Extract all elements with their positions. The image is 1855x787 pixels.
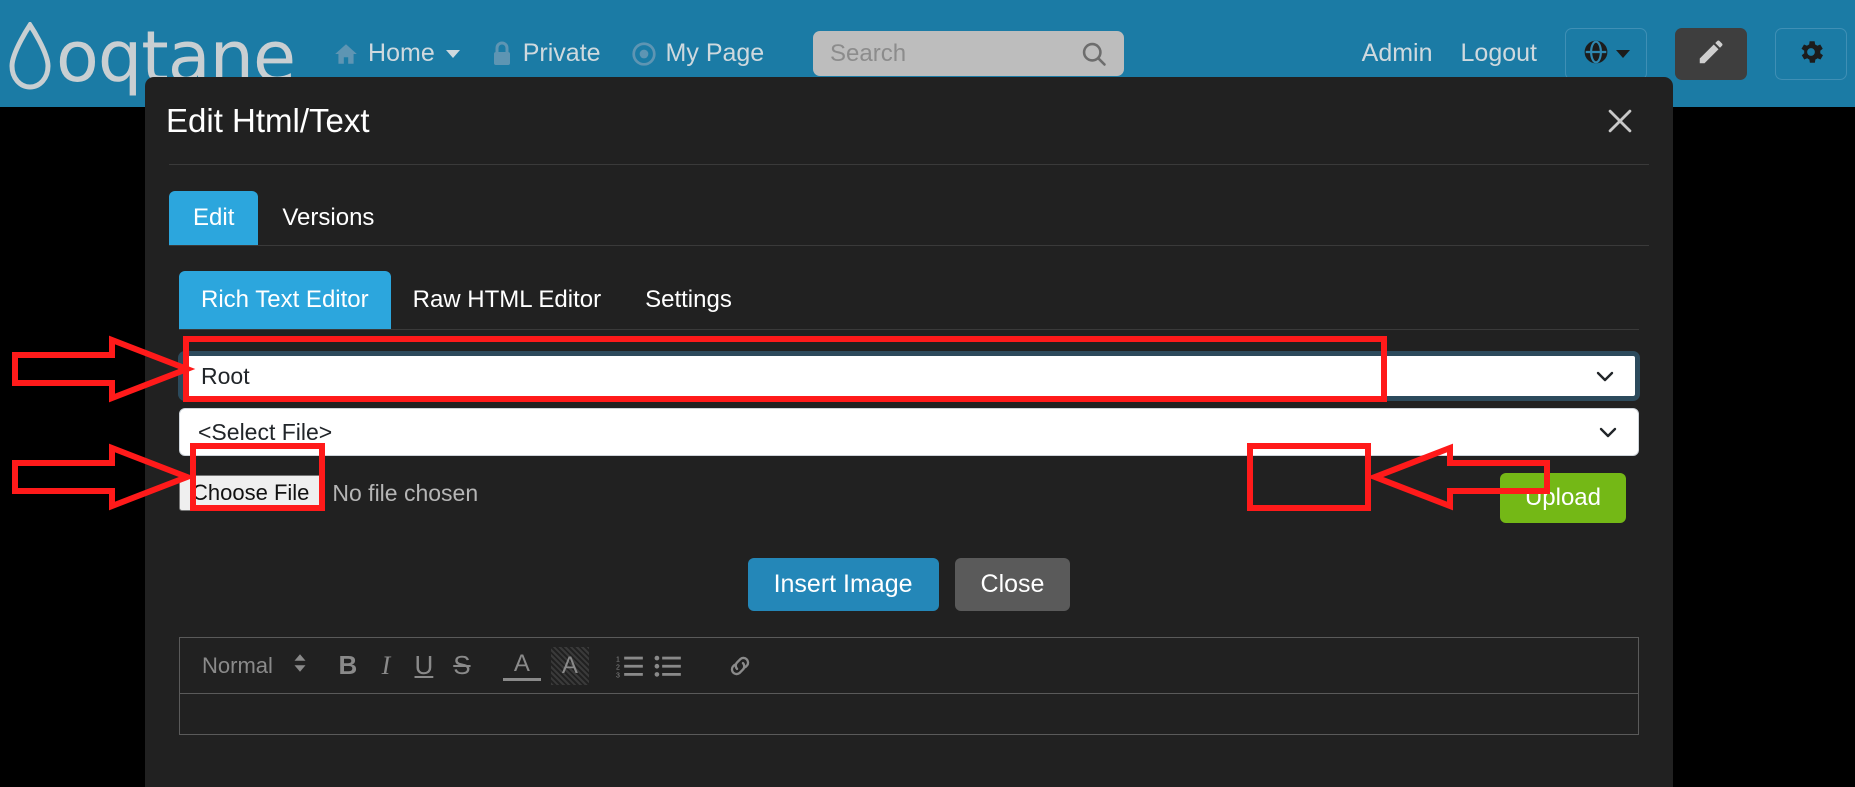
file-upload-row: Choose File No file chosen xyxy=(179,472,1639,514)
format-select[interactable]: Normal xyxy=(202,652,307,680)
choose-file-button[interactable]: Choose File xyxy=(179,475,323,511)
file-select[interactable]: <Select File> xyxy=(179,408,1639,456)
svg-text:2: 2 xyxy=(616,664,620,671)
strikethrough-icon[interactable]: S xyxy=(443,647,481,685)
rich-text-editor: Normal B I U S A A 1 2 3 xyxy=(179,637,1639,735)
nav-item-private[interactable]: Private xyxy=(490,39,601,68)
main-nav: Home Private My Page xyxy=(333,39,764,68)
background-color-icon[interactable]: A xyxy=(550,646,589,685)
nav-item-home[interactable]: Home xyxy=(333,39,460,68)
tab-rich-text-editor[interactable]: Rich Text Editor xyxy=(179,271,391,329)
edit-mode-button[interactable] xyxy=(1675,27,1747,80)
secondary-tabs: Rich Text Editor Raw HTML Editor Setting… xyxy=(179,271,1639,330)
bold-icon[interactable]: B xyxy=(329,647,367,685)
lock-icon xyxy=(490,41,514,67)
format-select-value: Normal xyxy=(202,652,273,678)
globe-icon xyxy=(1583,39,1609,68)
ordered-list-icon[interactable]: 1 2 3 xyxy=(611,647,649,685)
search-input[interactable] xyxy=(813,31,1053,76)
admin-link[interactable]: Admin xyxy=(1362,39,1433,68)
primary-tabs: Edit Versions xyxy=(169,191,1649,246)
bullet-list-icon[interactable] xyxy=(649,647,687,685)
chevron-down-icon xyxy=(1596,420,1620,444)
language-selector-button[interactable] xyxy=(1565,27,1647,80)
nav-item-my-page[interactable]: My Page xyxy=(631,39,765,68)
tab-edit[interactable]: Edit xyxy=(169,191,259,245)
file-select-value: <Select File> xyxy=(198,418,333,445)
svg-text:3: 3 xyxy=(616,672,620,677)
link-icon[interactable] xyxy=(721,647,759,685)
search-box[interactable] xyxy=(813,31,1124,76)
editor-content-area[interactable] xyxy=(180,694,1638,734)
close-icon[interactable] xyxy=(1601,102,1639,140)
tab-settings[interactable]: Settings xyxy=(623,271,754,329)
image-manager-form: Root <Select File> Choose File No file c… xyxy=(169,330,1649,611)
chevron-down-icon xyxy=(1615,49,1630,58)
nav-item-private-label: Private xyxy=(522,39,601,67)
settings-button[interactable] xyxy=(1775,27,1847,80)
screen: oqtane Home Private My Page Search Admin… xyxy=(0,0,1855,787)
nav-item-my-page-label: My Page xyxy=(665,39,765,67)
modal-body: Edit Versions Rich Text Editor Raw HTML … xyxy=(145,165,1673,735)
upload-button[interactable]: Upload xyxy=(1499,473,1626,523)
logout-link[interactable]: Logout xyxy=(1461,39,1537,68)
folder-select-value: Root xyxy=(201,362,250,389)
modal-header: Edit Html/Text xyxy=(145,77,1673,164)
insert-image-button[interactable]: Insert Image xyxy=(747,558,939,611)
tab-versions[interactable]: Versions xyxy=(258,191,398,245)
folder-select[interactable]: Root xyxy=(179,352,1639,400)
chevron-down-icon xyxy=(445,49,460,58)
text-color-icon[interactable]: A xyxy=(502,650,541,681)
folder-select-row: Root xyxy=(179,352,1639,400)
water-drop-icon xyxy=(9,21,51,90)
nav-item-home-label: Home xyxy=(368,39,435,67)
pencil-icon xyxy=(1696,37,1726,70)
home-icon xyxy=(333,41,359,67)
page-title: Edit Html/Text xyxy=(166,101,370,139)
chevron-down-icon xyxy=(1593,364,1617,388)
gear-icon xyxy=(1796,37,1826,70)
search-icon[interactable] xyxy=(1080,40,1108,68)
edit-html-text-modal: Edit Html/Text Edit Versions Rich Text E… xyxy=(145,77,1673,787)
close-button[interactable]: Close xyxy=(954,558,1071,611)
editor-toolbar: Normal B I U S A A 1 2 3 xyxy=(180,638,1638,694)
italic-icon[interactable]: I xyxy=(367,647,405,685)
file-status-text: No file chosen xyxy=(332,479,479,506)
target-icon xyxy=(631,41,657,67)
modal-action-buttons: Insert Image Close xyxy=(179,558,1639,611)
tab-raw-html-editor[interactable]: Raw HTML Editor xyxy=(391,271,623,329)
file-select-row: <Select File> xyxy=(179,408,1639,456)
updown-chevron-icon xyxy=(293,652,307,680)
underline-icon[interactable]: U xyxy=(405,647,443,685)
svg-text:1: 1 xyxy=(616,656,620,663)
